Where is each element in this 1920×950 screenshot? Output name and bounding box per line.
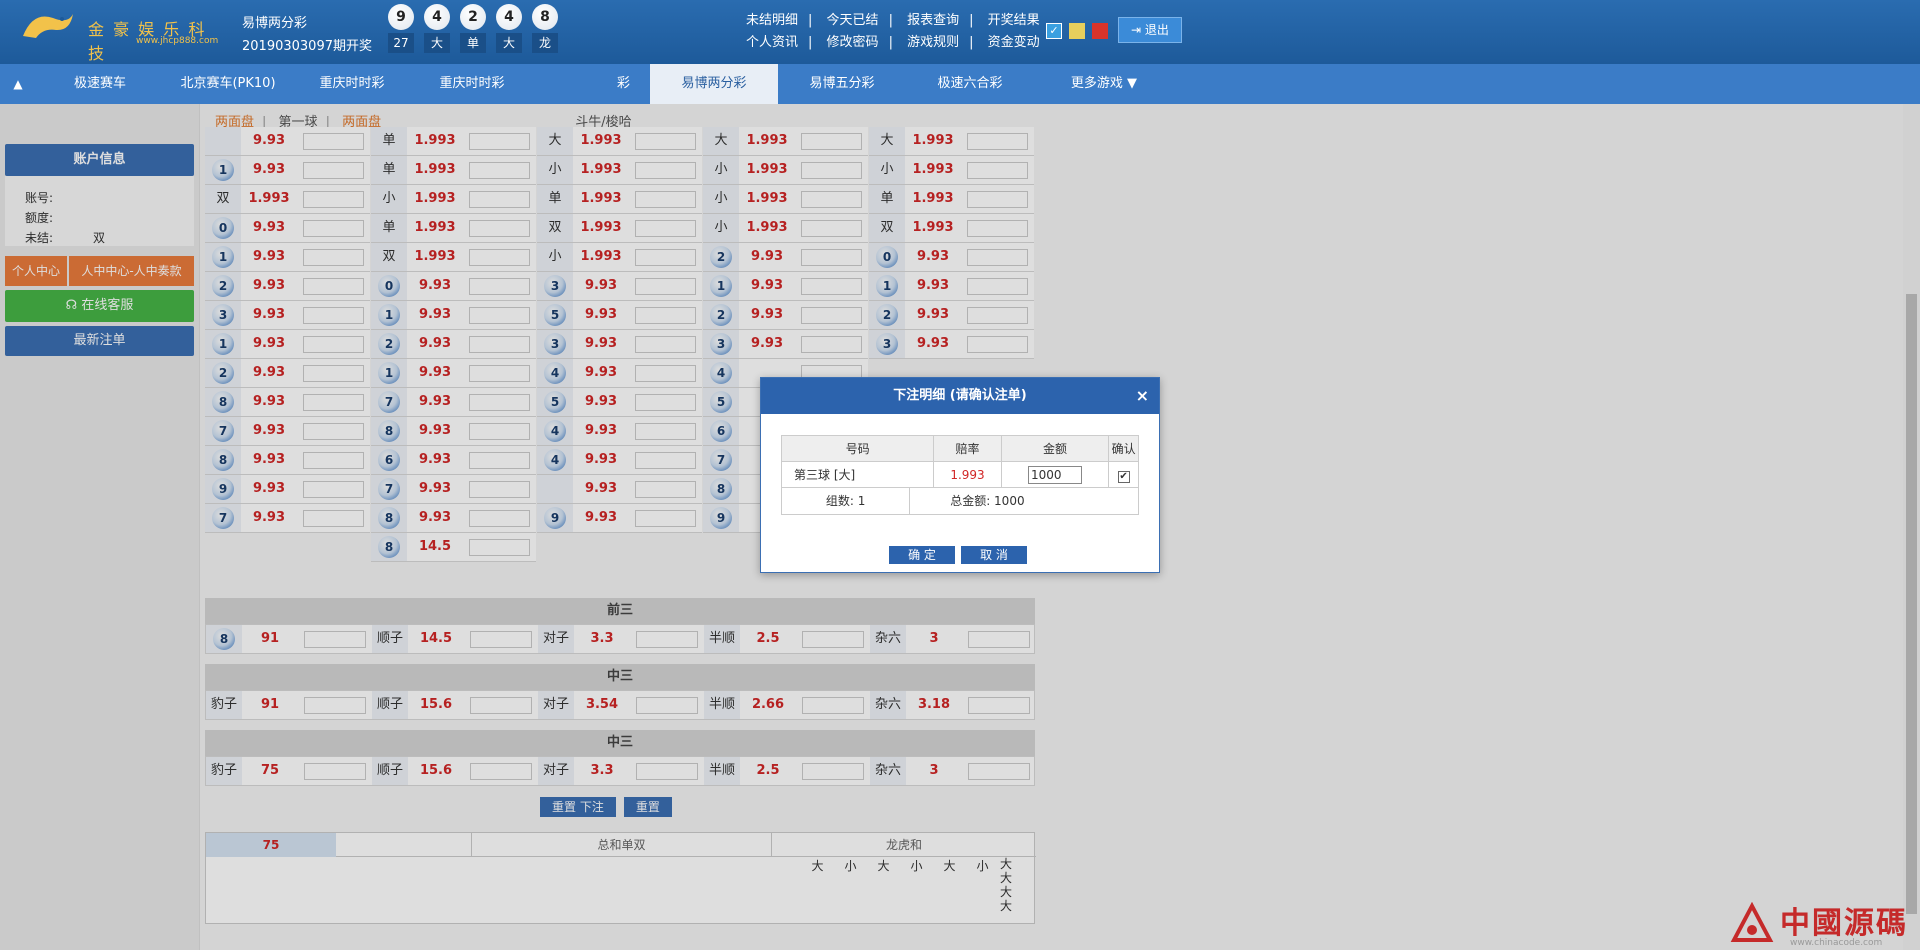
summary-cell: 龙 xyxy=(532,33,558,53)
nav-item-yibo-5min[interactable]: 易博五分彩 xyxy=(778,64,906,104)
bet-detail-row: 第三球 [大] 1.993 1000 ✔ xyxy=(782,462,1138,488)
cancel-button[interactable]: 取 消 xyxy=(961,546,1027,564)
draw-summary: 27 大 单 大 龙 xyxy=(388,33,558,53)
logout-button[interactable]: ⇥ 退出 xyxy=(1118,17,1182,43)
site-logo[interactable]: 金 豪 娱 乐 科 技 www.jhcp888.com xyxy=(18,6,228,63)
modal-title-text: 下注明细 (请确认注单) xyxy=(893,388,1027,403)
nav-item-mark-six[interactable]: 极速六合彩 xyxy=(906,64,1034,104)
game-nav: ▲ 极速赛车 北京赛车(PK10) 重庆时时彩 重庆时时彩 彩 易博两分彩 易博… xyxy=(0,64,1920,104)
watermark-logo-icon xyxy=(1730,902,1774,942)
nav-collapse-icon[interactable]: ▲ xyxy=(0,64,36,104)
nav-item-caipiao[interactable]: 彩 xyxy=(532,64,650,104)
col-odds: 赔率 xyxy=(933,436,1001,461)
confirm-cell: ✔ xyxy=(1108,462,1138,487)
link-funds[interactable]: 资金变动 xyxy=(988,35,1040,50)
col-number: 号码 xyxy=(782,436,934,461)
watermark-url: www.chinacode.com xyxy=(1790,938,1883,948)
theme-swatches: ✓ xyxy=(1046,23,1108,39)
modal-title: 下注明细 (请确认注单) × xyxy=(761,378,1159,414)
bet-confirm-modal: 下注明细 (请确认注单) × 号码 赔率 金额 确认 第三球 [大] 1.993… xyxy=(760,377,1160,573)
summary-cell: 27 xyxy=(388,33,414,53)
draw-period: 20190303097期开奖 xyxy=(242,39,372,54)
nav-item-more-games[interactable]: 更多游戏 ▼ xyxy=(1034,64,1174,104)
nav-item-cqssc[interactable]: 重庆时时彩 xyxy=(292,64,412,104)
link-profile[interactable]: 个人资讯 xyxy=(746,35,798,50)
link-unsettled[interactable]: 未结明细 xyxy=(746,13,798,28)
theme-blue-checkbox[interactable]: ✓ xyxy=(1046,23,1062,39)
result-ball: 4 xyxy=(496,4,522,30)
current-game-name: 易博两分彩 xyxy=(242,16,308,31)
bet-summary-row: 组数: 1 总金额: 1000 xyxy=(782,488,1138,514)
bet-odds: 1.993 xyxy=(933,462,1001,487)
logo-url: www.jhcp888.com xyxy=(136,36,219,46)
col-amount: 金额 xyxy=(1000,436,1109,461)
summary-cell: 大 xyxy=(496,33,522,53)
close-icon[interactable]: × xyxy=(1136,378,1149,414)
nav-item-yibo-2min[interactable]: 易博两分彩 xyxy=(650,64,778,104)
summary-cell: 大 xyxy=(424,33,450,53)
bet-total: 总金额: 1000 xyxy=(909,488,1138,514)
link-rules[interactable]: 游戏规则 xyxy=(907,35,959,50)
theme-yellow-swatch[interactable] xyxy=(1069,23,1085,39)
link-reports[interactable]: 报表查询 xyxy=(907,13,959,28)
theme-red-swatch[interactable] xyxy=(1092,23,1108,39)
amount-cell: 1000 xyxy=(1000,462,1108,487)
top-header: 金 豪 娱 乐 科 技 www.jhcp888.com 易博两分彩 201903… xyxy=(0,0,1920,64)
dragon-logo-icon xyxy=(23,14,73,38)
col-confirm: 确认 xyxy=(1108,436,1138,461)
nav-item-pk10[interactable]: 北京赛车(PK10) xyxy=(164,64,292,104)
confirm-button[interactable]: 确 定 xyxy=(889,546,955,564)
result-ball: 4 xyxy=(424,4,450,30)
result-ball: 9 xyxy=(388,4,414,30)
modal-actions: 确 定 取 消 xyxy=(889,546,1027,564)
logout-label: 退出 xyxy=(1144,23,1169,37)
link-today-settled[interactable]: 今天已结 xyxy=(827,13,879,28)
nav-item-cqssc-2[interactable]: 重庆时时彩 xyxy=(412,64,532,104)
link-change-password[interactable]: 修改密码 xyxy=(827,35,879,50)
watermark-text: 中國源碼 xyxy=(1780,906,1908,941)
nav-item-jisu-racing[interactable]: 极速赛车 xyxy=(36,64,164,104)
draw-result-balls: 9 4 2 4 8 xyxy=(388,4,558,30)
link-results[interactable]: 开奖结果 xyxy=(988,13,1040,28)
logout-icon: ⇥ xyxy=(1131,23,1145,37)
result-ball: 2 xyxy=(460,4,486,30)
bet-count: 组数: 1 xyxy=(825,494,866,508)
bet-name: 第三球 [大] xyxy=(794,468,856,482)
header-links: 未结明细 | 今天已结 | 报表查询 | 开奖结果 个人资讯 | 修改密码 | 游戏规则 |… xyxy=(746,13,1040,50)
summary-cell: 单 xyxy=(460,33,486,53)
amount-input[interactable]: 1000 xyxy=(1027,466,1082,484)
bet-detail-table: 号码 赔率 金额 确认 第三球 [大] 1.993 1000 ✔ 组数: 1 总… xyxy=(781,435,1139,515)
confirm-checkbox[interactable]: ✔ xyxy=(1117,471,1130,483)
result-ball: 8 xyxy=(532,4,558,30)
bet-detail-header: 号码 赔率 金额 确认 xyxy=(782,436,1138,462)
